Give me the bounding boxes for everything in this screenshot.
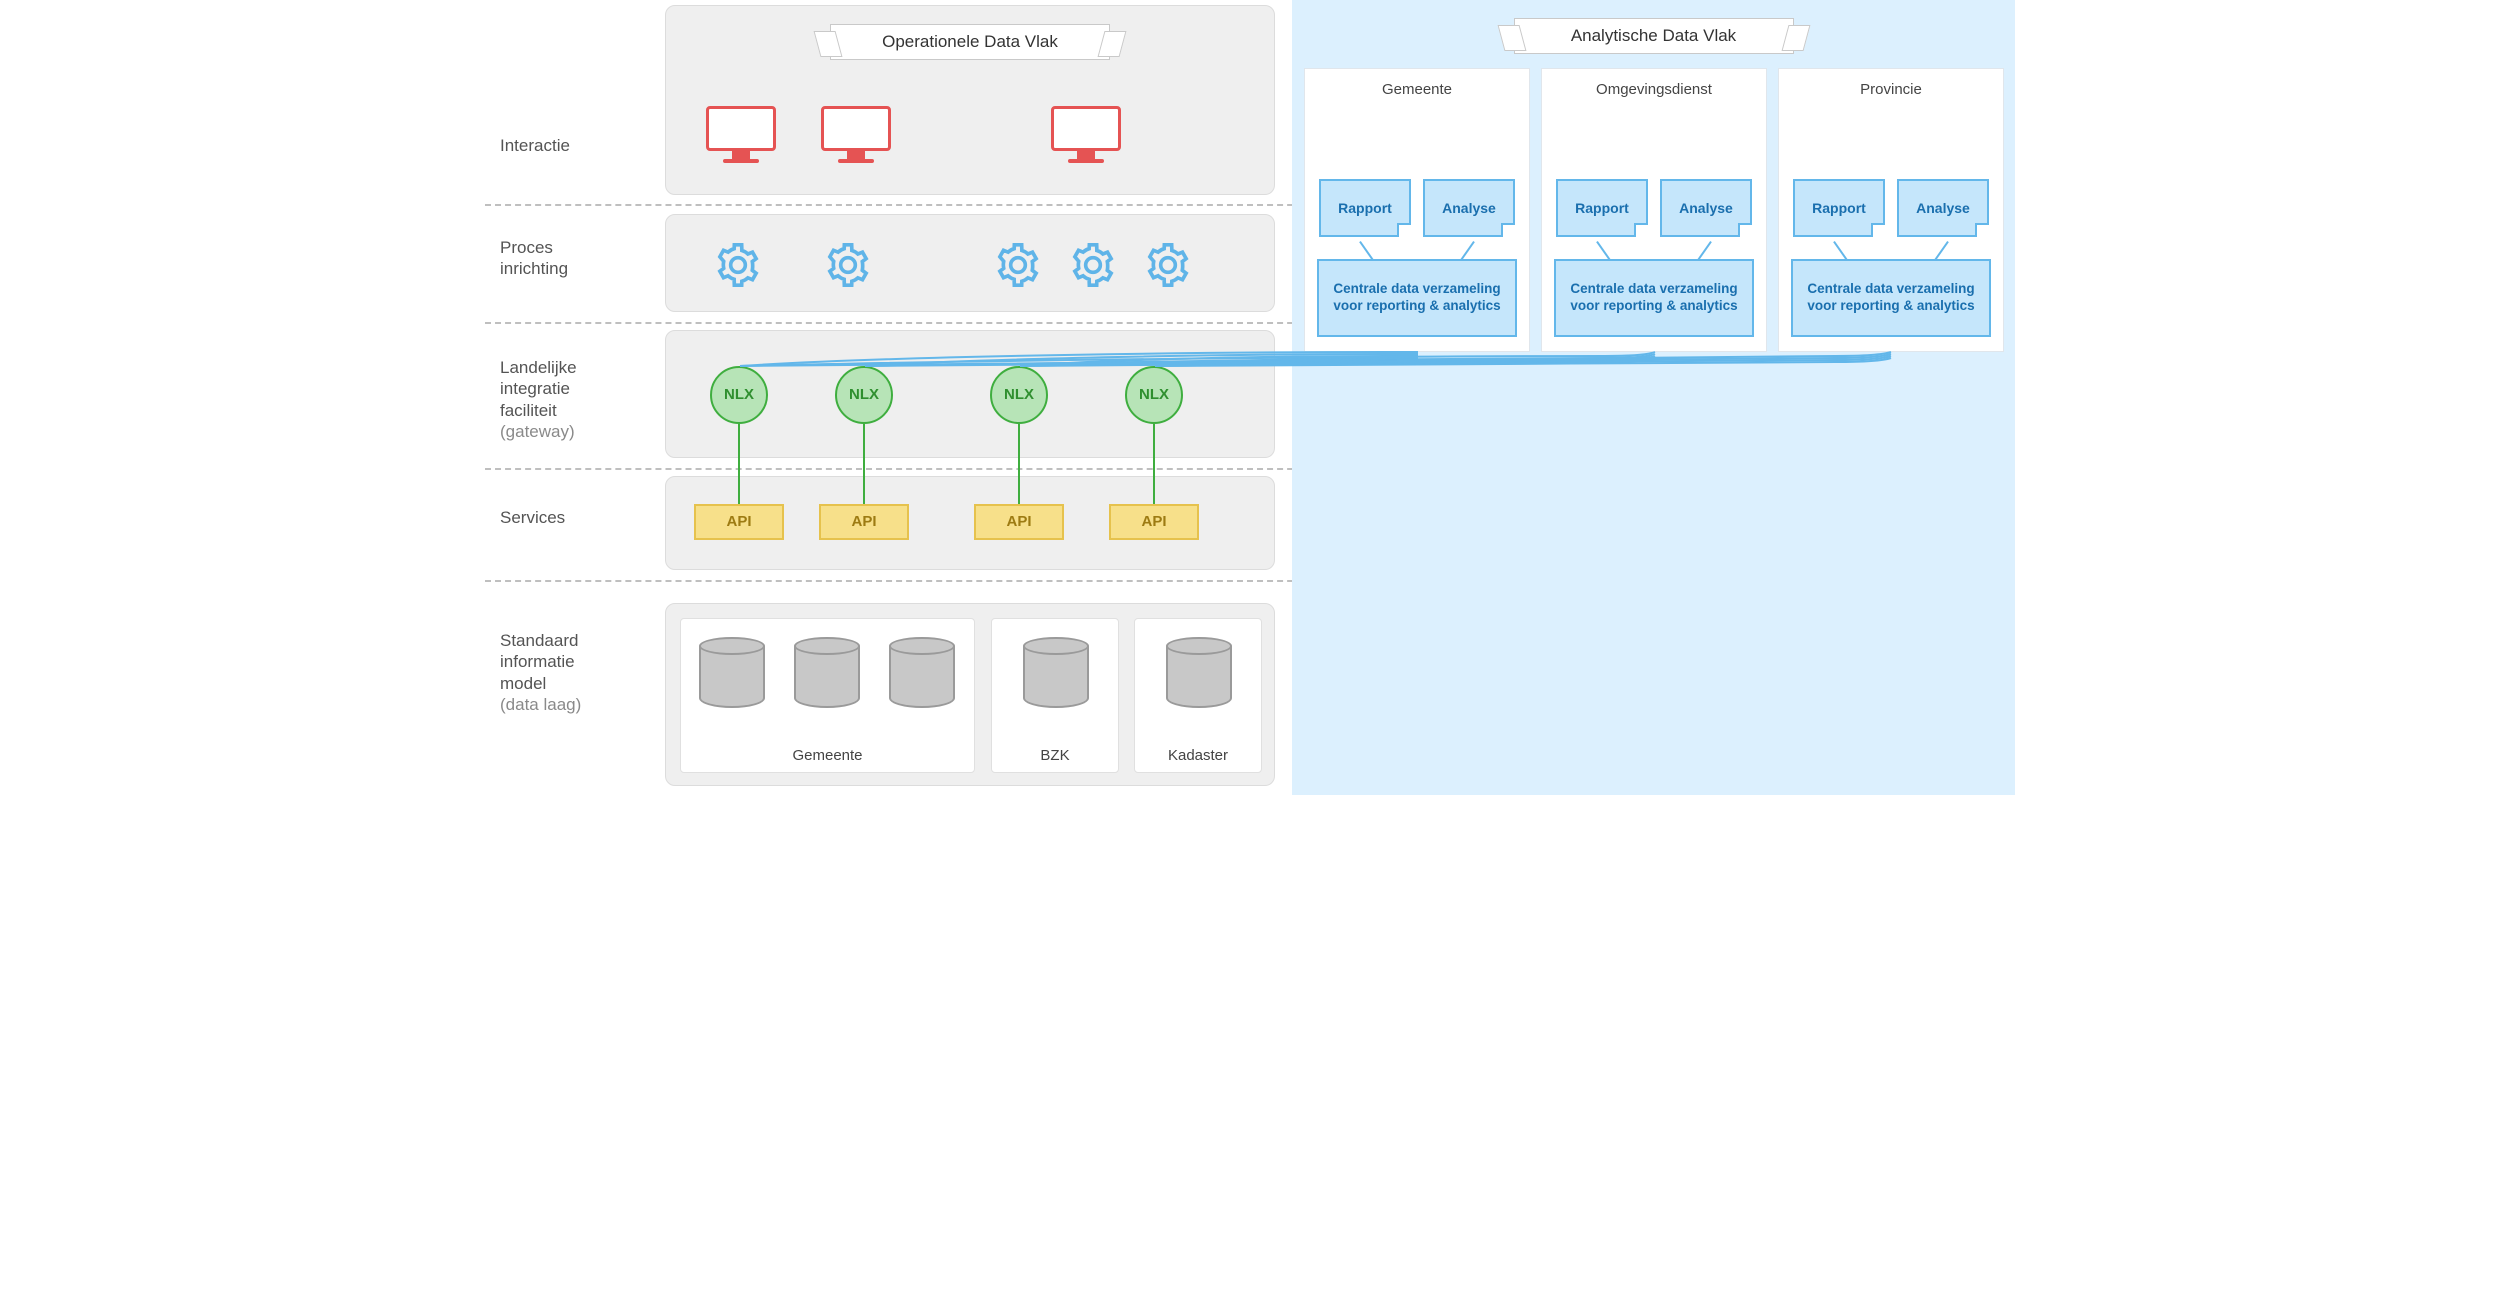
gear-icon xyxy=(716,243,760,287)
gear-icon xyxy=(996,243,1040,287)
connector xyxy=(863,424,865,506)
monitor-icon xyxy=(1051,106,1121,166)
nlx-node: NLX xyxy=(710,366,768,424)
text: (data laag) xyxy=(500,695,581,714)
text: inrichting xyxy=(500,259,568,278)
diagram-canvas: Interactie Proces inrichting Landelijke … xyxy=(485,0,2015,795)
api-box: API xyxy=(974,504,1064,540)
rowlabel-datalaag: Standaard informatie model (data laag) xyxy=(500,630,650,715)
text: faciliteit xyxy=(500,401,557,420)
doc-rapport: Rapport xyxy=(1556,179,1648,237)
op-panel-interactie: Operationele Data Vlak xyxy=(665,5,1275,195)
op-panel-datalaag: Burgerzaken Werk& Ink. Ruimt.domein Geme… xyxy=(665,603,1275,786)
api-box: API xyxy=(694,504,784,540)
fold-icon xyxy=(1397,223,1411,237)
org-card-omgevingsdienst: Omgevingsdienst Rapport Analyse Centrale… xyxy=(1541,68,1767,352)
banner-analytical: Analytische Data Vlak xyxy=(1514,18,1794,54)
nlx-node: NLX xyxy=(990,366,1048,424)
nlx-node: NLX xyxy=(835,366,893,424)
src-title: Gemeente xyxy=(681,747,974,764)
gear-icon xyxy=(1071,243,1115,287)
org-title: Gemeente xyxy=(1305,69,1529,106)
analytical-panel: Analytische Data Vlak Gemeente Rapport A… xyxy=(1292,0,2015,795)
rowlabel-services: Services xyxy=(500,507,650,528)
doc-rapport: Rapport xyxy=(1319,179,1411,237)
fold-icon xyxy=(1738,223,1752,237)
gear-icon xyxy=(1146,243,1190,287)
src-card-gemeente: Burgerzaken Werk& Ink. Ruimt.domein Geme… xyxy=(680,618,975,773)
api-box: API xyxy=(819,504,909,540)
fold-icon xyxy=(1501,223,1515,237)
db-icon: BAG xyxy=(1166,637,1232,715)
doc-analyse: Analyse xyxy=(1897,179,1989,237)
db-icon: Werk& Ink. xyxy=(794,637,860,715)
db-icon: Ruimt.domein xyxy=(889,637,955,715)
text: Standaard xyxy=(500,631,578,650)
nlx-node: NLX xyxy=(1125,366,1183,424)
doc-analyse: Analyse xyxy=(1423,179,1515,237)
text: Analyse xyxy=(1442,200,1496,216)
doc-rapport: Rapport xyxy=(1793,179,1885,237)
text: (gateway) xyxy=(500,422,575,441)
text: integratie xyxy=(500,379,570,398)
fold-icon xyxy=(1975,223,1989,237)
org-card-gemeente: Gemeente Rapport Analyse Centrale data v… xyxy=(1304,68,1530,352)
text: Rapport xyxy=(1812,200,1866,216)
rowlabel-interactie: Interactie xyxy=(500,135,650,156)
monitor-icon xyxy=(706,106,776,166)
src-card-bzk: BRP BZK xyxy=(991,618,1119,773)
gear-icon xyxy=(826,243,870,287)
text: Rapport xyxy=(1338,200,1392,216)
src-title: BZK xyxy=(992,747,1118,764)
op-panel-proces xyxy=(665,214,1275,312)
org-title: Provincie xyxy=(1779,69,2003,106)
org-title: Omgevingsdienst xyxy=(1542,69,1766,106)
central-box: Centrale data verzameling voor reporting… xyxy=(1791,259,1991,337)
db-icon: Burgerzaken xyxy=(699,637,765,715)
rowlabel-gateway: Landelijke integratie faciliteit (gatewa… xyxy=(500,357,650,442)
banner-operational: Operationele Data Vlak xyxy=(830,24,1110,60)
monitor-icon xyxy=(821,106,891,166)
src-card-kadaster: BAG Kadaster xyxy=(1134,618,1262,773)
connector xyxy=(1018,424,1020,506)
central-box: Centrale data verzameling voor reporting… xyxy=(1317,259,1517,337)
doc-analyse: Analyse xyxy=(1660,179,1752,237)
text: Analyse xyxy=(1679,200,1733,216)
fold-icon xyxy=(1634,223,1648,237)
fold-icon xyxy=(1871,223,1885,237)
text: Landelijke xyxy=(500,358,577,377)
text: Rapport xyxy=(1575,200,1629,216)
connector xyxy=(738,424,740,506)
central-box: Centrale data verzameling voor reporting… xyxy=(1554,259,1754,337)
org-card-provincie: Provincie Rapport Analyse Centrale data … xyxy=(1778,68,2004,352)
connector xyxy=(1153,424,1155,506)
src-title: Kadaster xyxy=(1135,747,1261,764)
text: Proces xyxy=(500,238,553,257)
text: model xyxy=(500,674,546,693)
text: Analyse xyxy=(1916,200,1970,216)
text: informatie xyxy=(500,652,575,671)
rowlabel-proces: Proces inrichting xyxy=(500,237,650,280)
db-icon: BRP xyxy=(1023,637,1089,715)
api-box: API xyxy=(1109,504,1199,540)
